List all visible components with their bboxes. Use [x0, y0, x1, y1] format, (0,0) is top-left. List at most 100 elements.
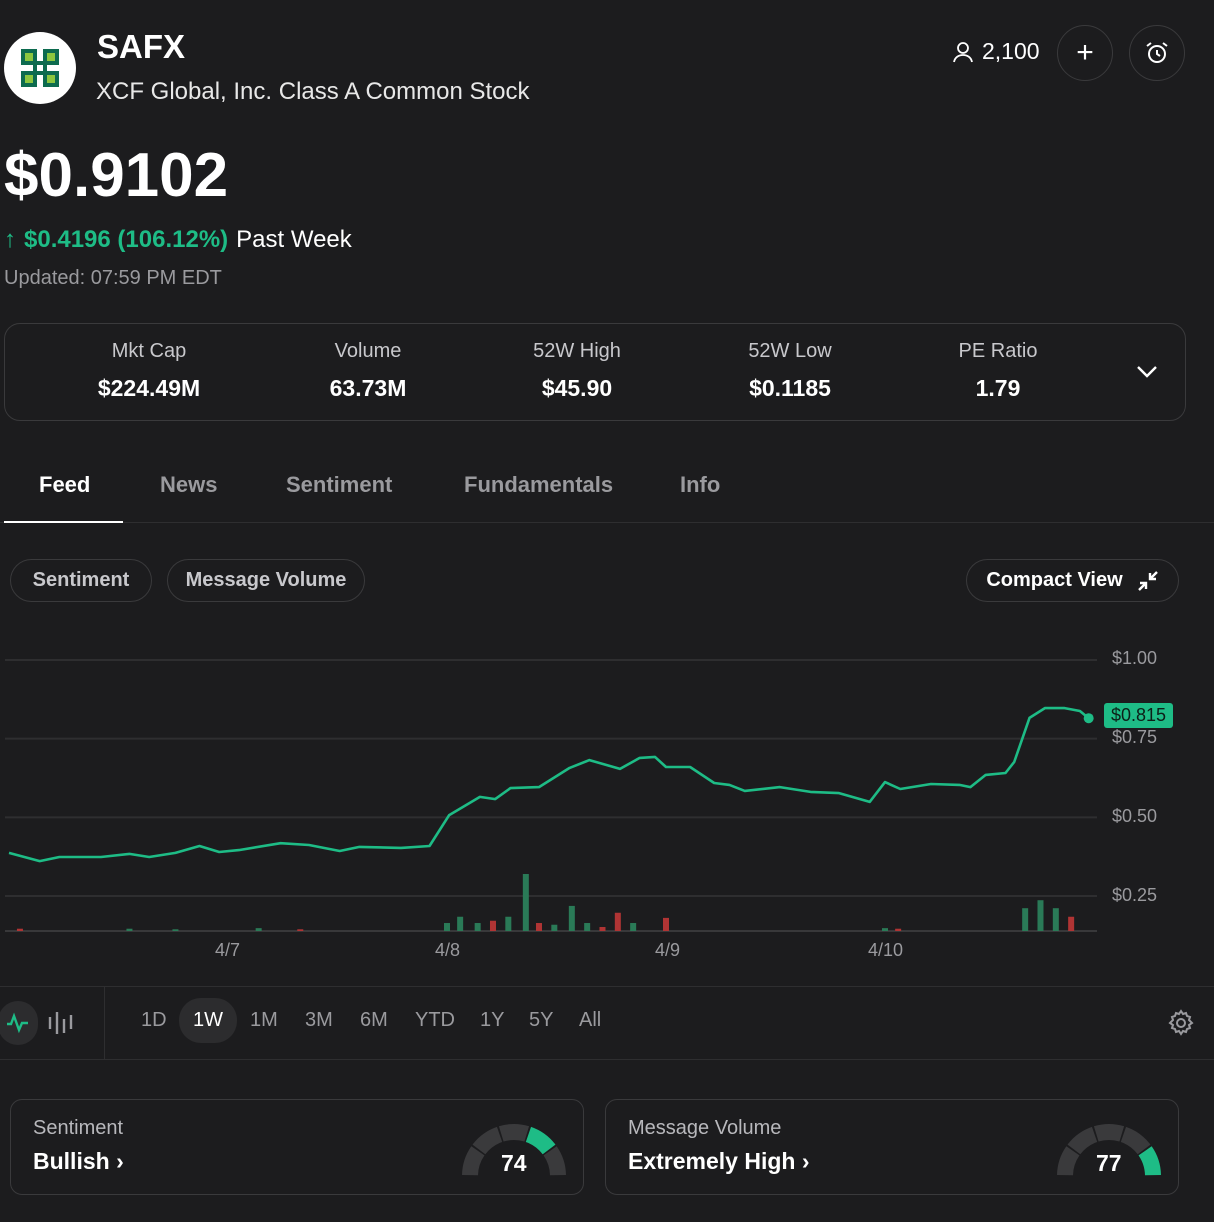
volume-bar — [505, 916, 512, 931]
range-5y[interactable]: 5Y — [529, 1009, 553, 1032]
sentiment-card[interactable]: Sentiment Bullish › 74 — [10, 1099, 584, 1195]
chevron-right-icon: › — [116, 1148, 124, 1174]
y-tick-label: $0.25 — [1112, 885, 1158, 905]
price-line — [8, 706, 1090, 863]
last-price-dot — [1083, 713, 1094, 724]
tab-sentiment[interactable]: Sentiment — [286, 472, 392, 498]
stat-label: Mkt Cap — [111, 340, 187, 362]
volume-bar — [1052, 908, 1059, 931]
volume-bar — [489, 920, 496, 931]
ticker-symbol: SAFX — [97, 28, 186, 65]
followers-count[interactable]: 2,100 — [952, 38, 1040, 65]
range-6m[interactable]: 6M — [360, 1009, 388, 1032]
arrow-up-icon: ↑ — [4, 226, 16, 253]
message-volume-toggle[interactable]: Message Volume — [167, 559, 365, 602]
card-label: Message Volume — [628, 1117, 782, 1139]
stat-52w-low: 52W Low $0.1185 — [690, 340, 890, 402]
message-volume-value: Extremely High — [628, 1148, 796, 1174]
stat-volume: Volume 63.73M — [268, 340, 468, 402]
card-value: Extremely High › — [628, 1148, 810, 1175]
last-price-badge: $0.815 — [1104, 703, 1174, 728]
volume-bar — [522, 874, 529, 931]
price-change: ↑ $0.4196 (106.12%) Past Week — [4, 226, 352, 254]
stat-mkt-cap: Mkt Cap $224.49M — [49, 340, 249, 402]
message-volume-card[interactable]: Message Volume Extremely High › 77 — [605, 1099, 1179, 1195]
gauge-segment — [1067, 1126, 1098, 1155]
card-label: Sentiment — [33, 1117, 124, 1139]
gauge-segment — [525, 1126, 556, 1155]
volume-bar — [172, 929, 179, 931]
followers-value: 2,100 — [982, 38, 1040, 64]
price-alert-button[interactable] — [1129, 25, 1185, 81]
volume-bar — [16, 928, 23, 931]
company-name: XCF Global, Inc. Class A Common Stock — [96, 78, 530, 105]
stat-value: 1.79 — [975, 375, 1021, 401]
stat-label: 52W Low — [748, 340, 832, 362]
change-value: $0.4196 (106.12%) — [24, 226, 229, 253]
volume-bar — [297, 929, 304, 931]
volume-bar — [1068, 916, 1075, 931]
chevron-down-icon[interactable] — [1135, 364, 1159, 380]
tab-news[interactable]: News — [160, 472, 217, 498]
price-chart[interactable] — [0, 640, 1214, 980]
settings-gear-icon[interactable] — [1167, 1009, 1195, 1037]
volume-bar — [1022, 908, 1029, 931]
range-1m[interactable]: 1M — [250, 1009, 278, 1032]
stat-value: $0.1185 — [749, 375, 831, 401]
gauge-segment — [1120, 1126, 1151, 1155]
stat-label: Volume — [334, 340, 402, 362]
gauge-segment — [498, 1124, 530, 1142]
divider — [104, 987, 105, 1059]
add-to-watchlist-button[interactable]: + — [1057, 25, 1113, 81]
x-tick-label: 4/8 — [435, 940, 461, 960]
user-icon — [953, 41, 973, 62]
y-tick-label: $0.75 — [1112, 727, 1158, 747]
volume-bar — [551, 924, 558, 931]
range-1w[interactable]: 1W — [179, 998, 237, 1043]
volume-bar — [614, 912, 621, 931]
tab-bar: Feed News Sentiment Fundamentals Info — [0, 460, 1214, 523]
volume-bar — [630, 923, 637, 931]
current-price: $0.9102 — [4, 141, 229, 210]
active-tab-indicator — [4, 521, 123, 523]
line-chart-toggle[interactable] — [0, 1001, 38, 1045]
chart-toolbar: 1D 1W 1M 3M 6M YTD 1Y 5Y All — [0, 986, 1214, 1060]
chevron-right-icon: › — [801, 1148, 810, 1174]
sentiment-toggle[interactable]: Sentiment — [10, 559, 152, 602]
stat-label: PE Ratio — [958, 340, 1038, 362]
volume-bar — [457, 916, 464, 931]
plus-icon: + — [1076, 36, 1094, 69]
volume-bar — [568, 905, 575, 931]
volume-bar — [1037, 900, 1044, 931]
gauge-segment — [1093, 1124, 1125, 1142]
stat-52w-high: 52W High $45.90 — [477, 340, 677, 402]
gauge-score: 74 — [501, 1150, 527, 1176]
x-tick-label: 4/7 — [215, 940, 241, 960]
x-tick-label: 4/9 — [655, 940, 681, 960]
line-chart-icon — [7, 1012, 28, 1034]
range-all[interactable]: All — [579, 1009, 601, 1032]
volume-bar — [599, 927, 606, 931]
volume-bar — [882, 928, 888, 931]
stat-pe-ratio: PE Ratio 1.79 — [898, 340, 1098, 402]
volume-bar — [126, 928, 133, 931]
stat-value: 63.73M — [329, 375, 407, 401]
candlestick-chart-icon[interactable] — [47, 1009, 73, 1037]
range-1y[interactable]: 1Y — [480, 1009, 504, 1032]
y-tick-label: $1.00 — [1112, 648, 1158, 668]
tab-fundamentals[interactable]: Fundamentals — [464, 472, 613, 498]
range-ytd[interactable]: YTD — [415, 1009, 455, 1032]
volume-bar — [584, 923, 591, 931]
range-1d[interactable]: 1D — [141, 1009, 167, 1032]
alarm-clock-icon — [1146, 42, 1168, 63]
change-period: Past Week — [236, 226, 352, 253]
gauge-score: 77 — [1096, 1150, 1122, 1176]
volume-bar — [663, 917, 669, 931]
updated-time: Updated: 07:59 PM EDT — [4, 267, 222, 289]
range-3m[interactable]: 3M — [305, 1009, 333, 1032]
key-stats-panel: Mkt Cap $224.49M Volume 63.73M 52W High $45… — [4, 323, 1186, 421]
compact-view-button[interactable]: Compact View — [966, 559, 1179, 602]
tab-info[interactable]: Info — [680, 472, 720, 498]
tab-feed[interactable]: Feed — [39, 472, 90, 498]
y-tick-label: $0.50 — [1112, 806, 1158, 826]
